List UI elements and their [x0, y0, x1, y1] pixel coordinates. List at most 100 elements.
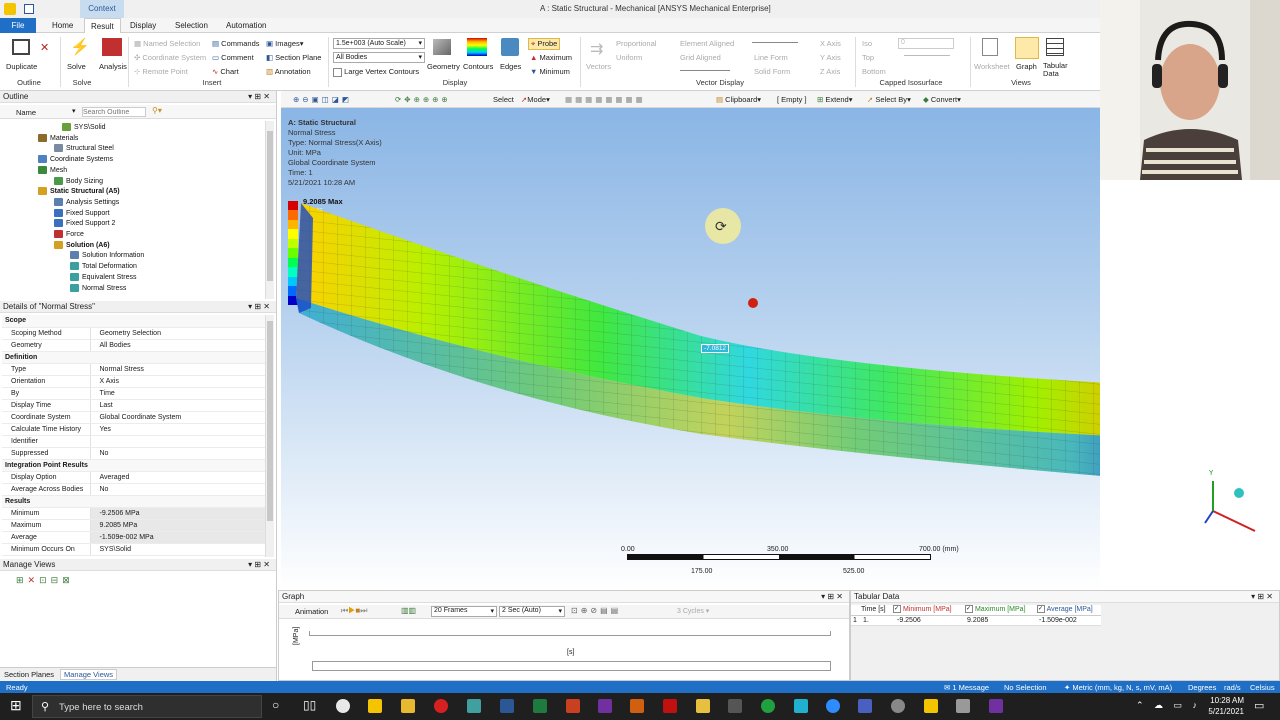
outline-tree-item[interactable]: Mesh [38, 165, 67, 174]
rotate-pan-icon[interactable]: ⟳✥⊕⊕⊕⊕ [395, 95, 451, 104]
details-value[interactable]: All Bodies [90, 339, 266, 352]
delete-view-icon[interactable]: ✕ [28, 575, 40, 585]
teams-icon[interactable] [858, 699, 872, 713]
commands-button[interactable]: ▤ Commands [212, 39, 260, 48]
beam-model[interactable]: ⟳ [281, 108, 1100, 590]
scrollbar-thumb[interactable] [267, 321, 273, 521]
probe-button[interactable]: ⌖ Probe [528, 38, 561, 50]
tab-display[interactable]: Display [124, 18, 162, 33]
grid-aligned-button[interactable]: Grid Aligned [680, 53, 721, 62]
details-row[interactable]: Display Time Last [2, 399, 266, 412]
tab-selection[interactable]: Selection [169, 18, 214, 33]
graph-button[interactable]: Graph [1016, 62, 1037, 71]
solve-button[interactable]: Solve [67, 62, 86, 71]
filter-icon[interactable]: ⚲▾ [152, 106, 162, 115]
col-minimum[interactable]: ✓ Minimum [MPa] [893, 605, 952, 613]
bodies-select[interactable]: All Bodies ▾ [333, 52, 425, 63]
minimum-button[interactable]: ▼ Minimum [530, 67, 570, 76]
outline-tree-item[interactable]: Total Deformation [70, 262, 137, 271]
proportional-button[interactable]: Proportional [616, 39, 656, 48]
graphics-viewport[interactable]: A: Static Structural Normal Stress Type:… [281, 108, 1256, 590]
top-button[interactable]: Top [862, 53, 874, 62]
mode-button[interactable]: ➚Mode▾ [521, 95, 550, 104]
outline-tree-item[interactable]: Fixed Support [54, 208, 110, 217]
vectors-button[interactable]: Vectors [586, 62, 611, 71]
details-row[interactable]: Identifier [2, 435, 266, 448]
app-icon[interactable] [696, 699, 710, 713]
large-vertex-contours-toggle[interactable]: Large Vertex Contours [333, 67, 419, 77]
details-value[interactable]: Yes [90, 423, 266, 436]
isosurface-value-input[interactable]: 0 [898, 38, 954, 49]
save-icon[interactable] [24, 4, 34, 14]
panel-controls-icon[interactable]: ▾ ⊞ ✕ [1251, 591, 1273, 603]
isosurface-slider[interactable] [904, 55, 950, 56]
manage-views-toolbar[interactable]: ⊞✕⊡⊟⊠ [16, 575, 74, 586]
tab-automation[interactable]: Automation [220, 18, 272, 33]
comment-button[interactable]: ▭ Comment [212, 53, 254, 62]
details-value[interactable]: Global Coordinate System [90, 411, 266, 424]
details-row[interactable]: Coordinate System Global Coordinate Syste… [2, 411, 266, 424]
images-button[interactable]: ▣ Images▾ [266, 39, 304, 48]
outline-tree-item[interactable]: Equivalent Stress [70, 272, 136, 281]
line-form-button[interactable]: Line Form [754, 53, 788, 62]
details-row[interactable]: Minimum Occurs On SYS\Solid [2, 543, 266, 556]
convert-button[interactable]: ◆ Convert▾ [923, 95, 961, 104]
ansys-workbench-icon[interactable] [368, 699, 382, 713]
app-icon-2[interactable] [794, 699, 808, 713]
details-scrollbar[interactable] [265, 315, 274, 557]
file-explorer-icon[interactable] [401, 699, 415, 713]
details-row[interactable]: By Time [2, 387, 266, 400]
details-row[interactable]: Integration Point Results [2, 459, 266, 472]
details-value[interactable]: No [90, 483, 266, 496]
task-view-icon[interactable]: ▯▯ [303, 698, 316, 712]
chrome-icon[interactable] [336, 699, 350, 713]
checkbox-icon[interactable]: ✓ [893, 605, 901, 613]
details-row[interactable]: Scope [2, 315, 266, 328]
checkbox-icon[interactable]: ✓ [1037, 605, 1045, 613]
outline-tree-item[interactable]: Solution Information [70, 251, 144, 260]
select-button[interactable]: Select [493, 95, 514, 104]
outline-tree-item[interactable]: Force [54, 230, 84, 238]
details-section-header[interactable]: Definition [2, 351, 266, 364]
system-tray-icons[interactable]: ⌃ ☁ ▭ ♪ [1136, 700, 1201, 711]
duration-select[interactable]: 2 Sec (Auto) ▾ [499, 606, 565, 617]
settings-app-icon[interactable] [467, 699, 481, 713]
details-section-header[interactable]: Results [2, 495, 266, 508]
frame-tools-icon[interactable]: ▥▥ [401, 606, 416, 615]
messages-button[interactable]: ✉ 1 Message [944, 683, 989, 692]
search-outline-input[interactable] [82, 107, 146, 117]
details-value[interactable] [90, 435, 266, 448]
opera-icon[interactable] [434, 699, 448, 713]
outline-tree-item[interactable]: Coordinate Systems [38, 155, 113, 164]
app-icon-3[interactable] [891, 699, 905, 713]
cortana-icon[interactable]: ○ [272, 698, 279, 712]
details-value[interactable]: Averaged [90, 471, 266, 484]
panel-controls-icon[interactable]: ▾ ⊞ ✕ [248, 91, 270, 103]
tab-home[interactable]: Home [46, 18, 79, 33]
select-by-button[interactable]: ➚ Select By▾ [867, 95, 911, 104]
outline-tree-item[interactable]: Normal Stress [70, 283, 126, 292]
details-row[interactable]: Minimum -9.2506 MPa [2, 507, 266, 520]
temperature-units[interactable]: Celsius [1250, 683, 1275, 692]
details-value[interactable]: SYS\Solid [90, 543, 266, 556]
word-icon[interactable] [500, 699, 514, 713]
details-value[interactable]: Last [90, 399, 266, 412]
details-row[interactable]: Type Normal Stress [2, 363, 266, 376]
cycles-select[interactable]: 3 Cycles ▾ [677, 607, 709, 615]
outline-tree-item[interactable]: Structural Steel [54, 144, 114, 153]
named-selection-button[interactable]: ▦ Named Selection [134, 39, 200, 48]
acrobat-icon[interactable] [663, 699, 677, 713]
taskbar-search[interactable]: ⚲ Type here to search [32, 695, 262, 718]
axis-triad[interactable]: Y [1199, 463, 1259, 543]
selection-filters-icon[interactable]: ▦▦▦▦▦▦▦▦ [565, 95, 646, 104]
clipboard-button[interactable]: ▤ Clipboard▾ [716, 95, 761, 104]
tab-result[interactable]: Result [84, 18, 121, 33]
details-row[interactable]: Geometry All Bodies [2, 339, 266, 352]
outline-tree-item[interactable]: Solution (A6) [54, 240, 110, 249]
details-section-header[interactable]: Integration Point Results [2, 459, 266, 472]
details-value[interactable]: Time [90, 387, 266, 400]
chevron-down-icon[interactable]: ▾ [72, 107, 76, 115]
add-view-icon[interactable]: ⊞ [16, 575, 28, 585]
deformation-scale-select[interactable]: 1.5e+003 (Auto Scale) ▾ [333, 38, 425, 49]
checkbox-icon[interactable]: ✓ [965, 605, 973, 613]
